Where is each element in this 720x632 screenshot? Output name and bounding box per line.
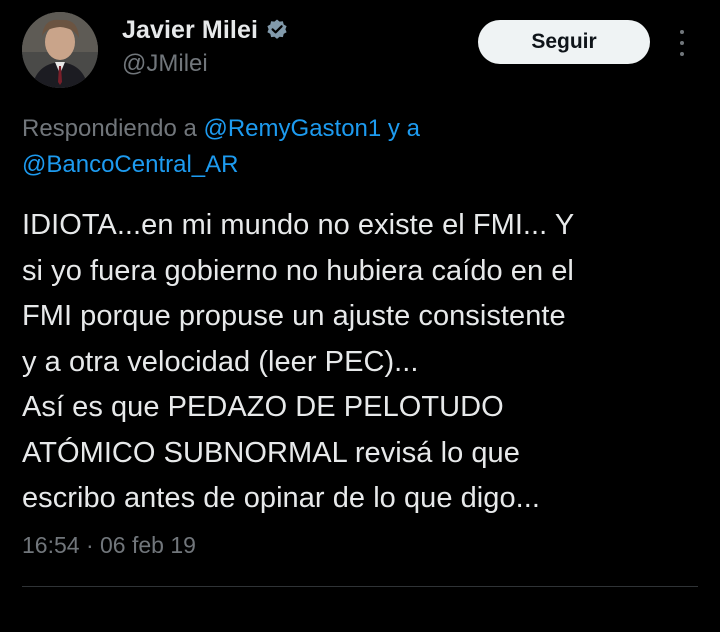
mention-remygaston1[interactable]: @RemyGaston1 <box>203 115 381 142</box>
tweet-date: 06 feb 19 <box>100 532 196 558</box>
reply-context: Respondiendo a @RemyGaston1 y a @BancoCe… <box>22 111 682 183</box>
tweet-text: IDIOTA...en mi mundo no existe el FMI...… <box>22 209 575 514</box>
verified-badge-icon <box>265 18 289 42</box>
author-name-row: Javier Milei <box>122 14 289 46</box>
profile-photo <box>22 12 98 88</box>
author-display-name[interactable]: Javier Milei <box>122 16 258 45</box>
reply-connector: y a <box>387 115 420 142</box>
tweet-timestamp[interactable]: 16:54 · 06 feb 19 <box>22 532 196 559</box>
more-options-icon[interactable] <box>672 28 692 58</box>
avatar[interactable] <box>22 12 98 88</box>
tweet-card: Javier Milei @JMilei Seguir Respondiendo… <box>0 0 720 632</box>
mention-bancocentral-ar[interactable]: @BancoCentral_AR <box>22 151 238 178</box>
reply-prefix: Respondiendo a <box>22 115 197 142</box>
author-handle[interactable]: @JMilei <box>122 50 208 78</box>
timestamp-separator: · <box>85 532 94 558</box>
divider <box>22 586 698 587</box>
follow-button[interactable]: Seguir <box>478 20 650 64</box>
tweet-time: 16:54 <box>22 532 80 558</box>
